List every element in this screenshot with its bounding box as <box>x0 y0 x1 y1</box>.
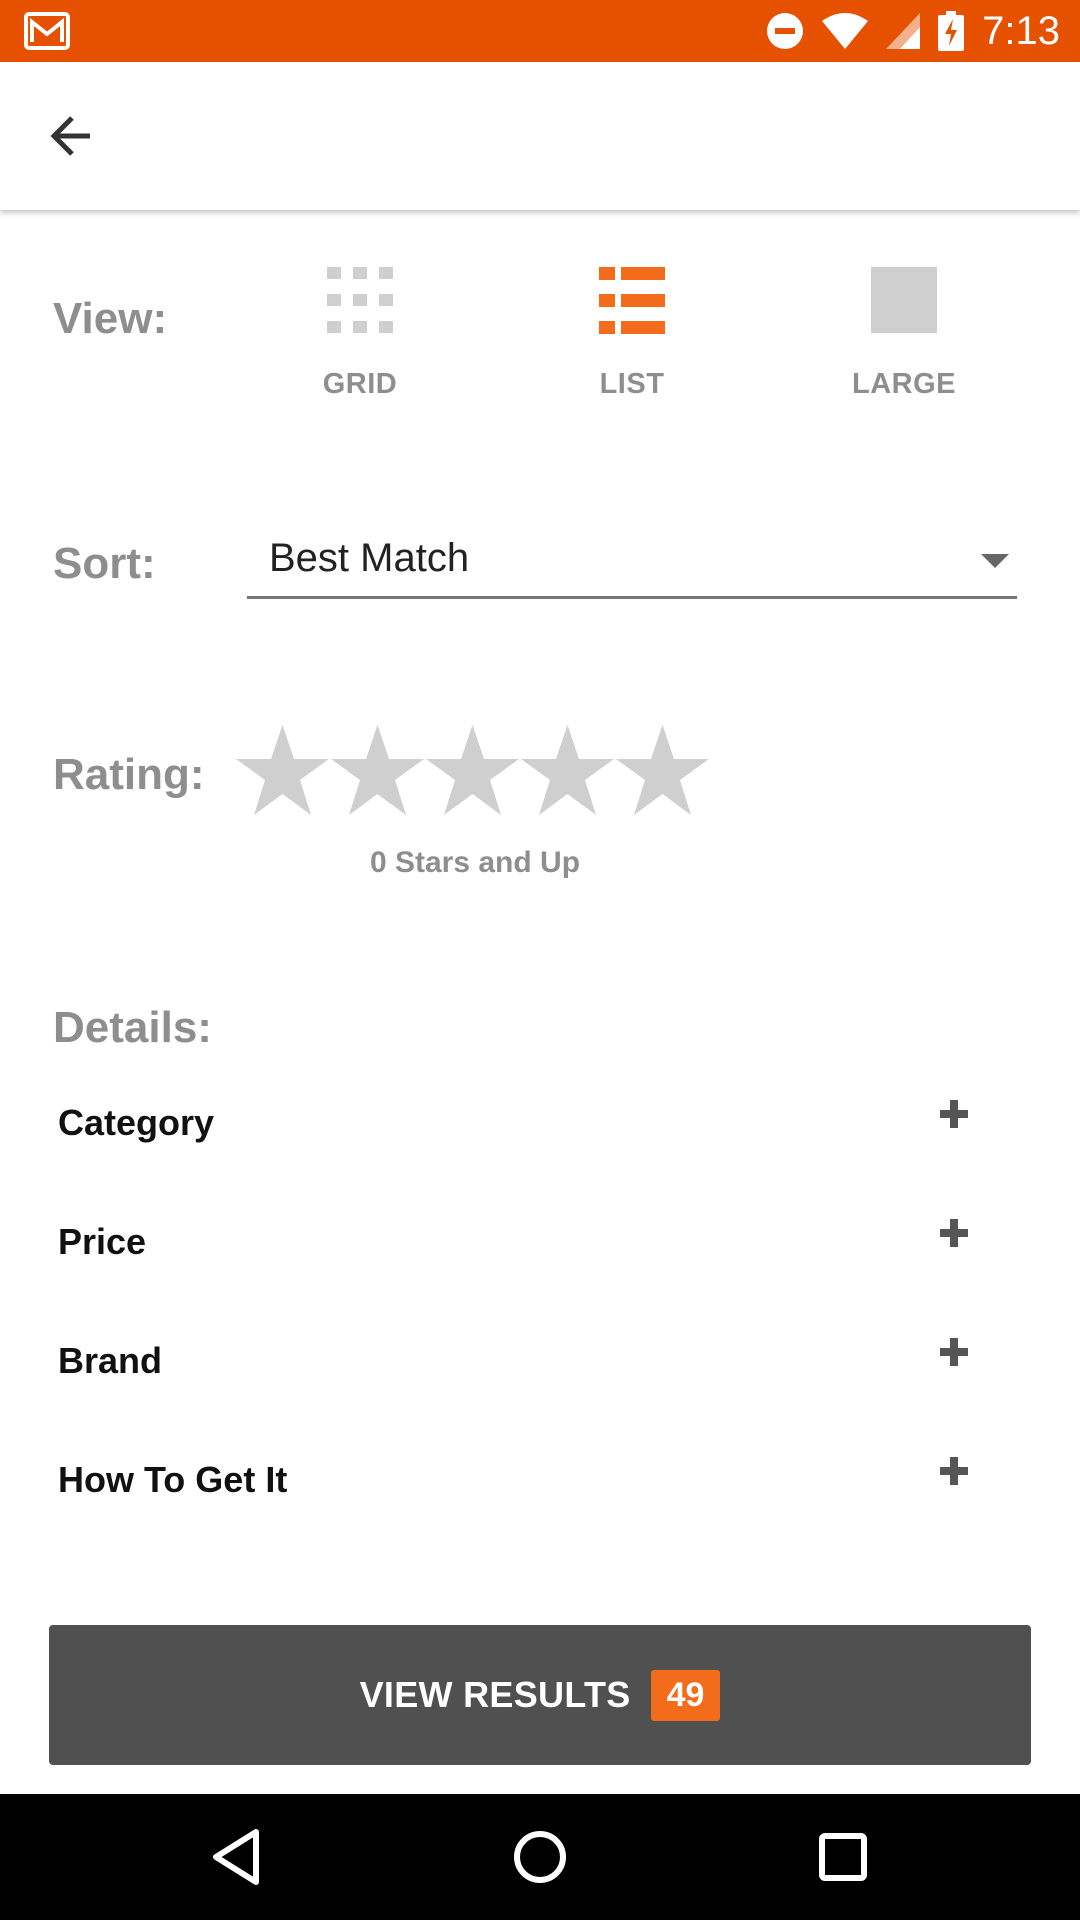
rating-caption: 0 Stars and Up <box>369 846 581 879</box>
view-option-label: GRID <box>322 368 398 400</box>
arrow-back-icon[interactable] <box>40 110 100 162</box>
star-icon[interactable] <box>615 720 710 820</box>
status-bar: 7:13 <box>0 0 1080 62</box>
large-view-icon <box>869 265 939 335</box>
detail-row-label: Category <box>58 1102 215 1143</box>
battery-charging-icon <box>938 11 965 51</box>
nav-home-icon[interactable] <box>505 1822 575 1892</box>
sort-selected-value: Best Match <box>269 536 470 580</box>
star-icon[interactable] <box>520 720 615 820</box>
clock-time: 7:13 <box>982 8 1060 53</box>
toolbar <box>0 62 1080 210</box>
signal-icon <box>886 13 921 49</box>
sort-label: Sort: <box>53 539 156 588</box>
view-results-label: VIEW RESULTS <box>359 1674 631 1715</box>
dropdown-arrow-icon <box>981 554 1009 568</box>
rating-stars <box>235 720 710 820</box>
detail-row-price[interactable]: Price <box>0 1181 1080 1299</box>
gmail-icon <box>24 12 70 50</box>
view-label: View: <box>53 294 168 343</box>
plus-icon <box>940 1219 968 1247</box>
navigation-bar <box>0 1794 1080 1920</box>
detail-row-label: Brand <box>58 1340 163 1381</box>
grid-view-icon <box>325 265 395 335</box>
nav-back-icon[interactable] <box>202 1822 272 1892</box>
view-results-button[interactable]: VIEW RESULTS 49 <box>49 1625 1031 1765</box>
star-icon[interactable] <box>235 720 330 820</box>
wifi-icon <box>822 13 869 49</box>
view-option-list[interactable]: LIST <box>532 265 732 401</box>
plus-icon <box>940 1100 968 1128</box>
sort-dropdown[interactable]: Best Match <box>247 530 1017 599</box>
view-option-label: LIST <box>599 368 665 400</box>
plus-icon <box>940 1338 968 1366</box>
results-count-badge: 49 <box>650 1669 721 1721</box>
do-not-disturb-icon <box>767 13 804 49</box>
view-option-grid[interactable]: GRID <box>260 265 460 401</box>
rating-label: Rating: <box>53 750 205 799</box>
star-icon[interactable] <box>330 720 425 820</box>
view-option-large[interactable]: LARGE <box>804 265 1004 401</box>
nav-recents-icon[interactable] <box>808 1822 878 1892</box>
detail-row-how-to-get-it[interactable]: How To Get It <box>0 1419 1080 1537</box>
detail-row-brand[interactable]: Brand <box>0 1300 1080 1418</box>
detail-row-label: Price <box>58 1221 147 1262</box>
details-label: Details: <box>53 1003 212 1052</box>
detail-row-category[interactable]: Category <box>0 1062 1080 1180</box>
view-option-label: LARGE <box>852 368 956 400</box>
list-view-icon <box>597 265 667 335</box>
detail-row-label: How To Get It <box>58 1459 288 1500</box>
plus-icon <box>940 1457 968 1485</box>
star-icon[interactable] <box>425 720 520 820</box>
